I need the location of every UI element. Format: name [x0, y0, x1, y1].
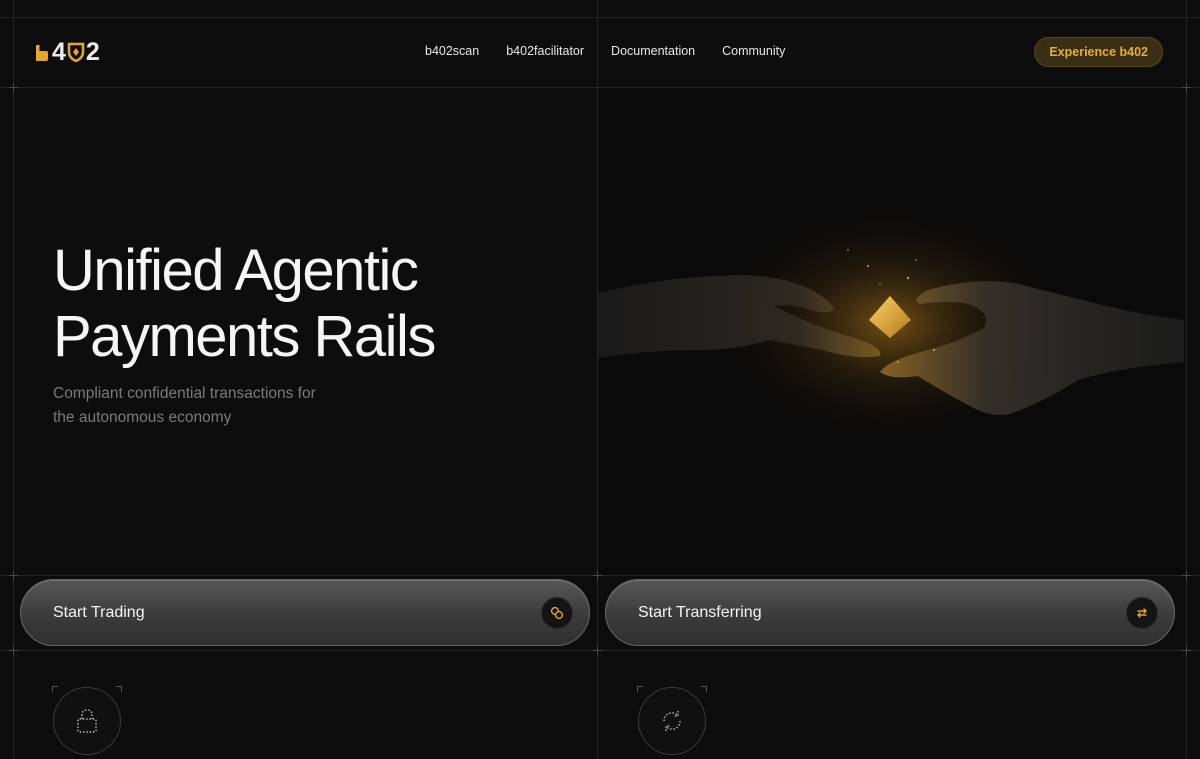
- brand-logo[interactable]: 4 2: [36, 38, 100, 67]
- corner-mark: [52, 686, 58, 692]
- feature-settlement: [637, 686, 707, 755]
- feature-privacy: [52, 686, 122, 755]
- logo-wordmark: 4 2: [36, 38, 100, 67]
- grid-cross: [593, 646, 602, 655]
- landing-page: 4 2 b402scan b402facilitator Documentati…: [0, 0, 1200, 759]
- coins-icon[interactable]: [541, 596, 573, 629]
- lock-icon: [77, 709, 97, 733]
- corner-mark: [637, 686, 643, 692]
- nav-item-documentation[interactable]: Documentation: [611, 44, 695, 58]
- shield-icon: [67, 42, 85, 62]
- hands-crystal-illustration: [598, 88, 1184, 575]
- corner-mark: [701, 686, 707, 692]
- hero-subtitle-line: the autonomous economy: [53, 409, 232, 426]
- grid-cross: [1182, 646, 1191, 655]
- start-trading-label: Start Trading: [53, 603, 145, 621]
- grid-cross: [9, 571, 18, 580]
- hands-exchanging-crystal-illustration: [598, 193, 1184, 453]
- experience-button[interactable]: Experience b402: [1034, 37, 1163, 67]
- hero-title-line: Payments Rails: [53, 304, 436, 369]
- refresh-icon: [663, 711, 681, 731]
- nav-item-community[interactable]: Community: [722, 44, 785, 58]
- start-trading-button[interactable]: Start Trading: [20, 579, 590, 646]
- hero-subtitle-line: Compliant confidential transactions for: [53, 385, 316, 402]
- grid-cross: [9, 646, 18, 655]
- corner-mark: [116, 686, 122, 692]
- swap-arrows-icon[interactable]: [1126, 596, 1158, 629]
- start-transferring-button[interactable]: Start Transferring: [605, 579, 1175, 646]
- hero-title: Unified Agentic Payments Rails: [53, 238, 573, 370]
- top-navbar: 4 2 b402scan b402facilitator Documentati…: [0, 17, 1200, 87]
- nav-item-b402scan[interactable]: b402scan: [425, 44, 479, 58]
- start-transferring-label: Start Transferring: [638, 603, 762, 621]
- nav-item-b402facilitator[interactable]: b402facilitator: [506, 44, 584, 58]
- hero-subtitle: Compliant confidential transactions for …: [53, 382, 353, 430]
- logo-b-icon: [36, 45, 48, 61]
- main-nav: b402scan b402facilitator Documentation C…: [425, 44, 785, 58]
- hero-title-line: Unified Agentic: [53, 238, 419, 303]
